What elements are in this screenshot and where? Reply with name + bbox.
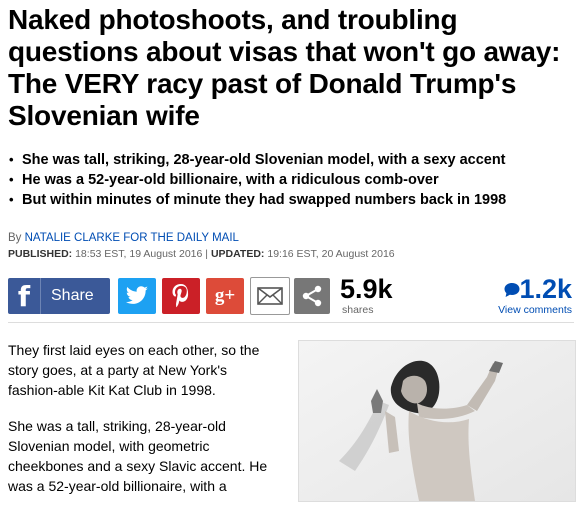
byline: By NATALIE CLARKE FOR THE DAILY MAIL bbox=[8, 232, 239, 244]
google-plus-share-button[interactable]: g+ bbox=[206, 278, 244, 314]
summary-bullet: He was a 52-year-old billionaire, with a… bbox=[8, 170, 574, 190]
facebook-icon: f bbox=[8, 278, 41, 314]
divider bbox=[8, 322, 574, 323]
published-date: 18:53 EST, 19 August 2016 bbox=[75, 248, 203, 260]
twitter-share-button[interactable] bbox=[118, 278, 156, 314]
share-count-label: shares bbox=[342, 304, 374, 316]
publish-dates: PUBLISHED: 18:53 EST, 19 August 2016 | U… bbox=[8, 248, 395, 260]
pinterest-share-button[interactable] bbox=[162, 278, 200, 314]
more-share-button[interactable] bbox=[294, 278, 330, 314]
author-link[interactable]: NATALIE CLARKE FOR THE DAILY MAIL bbox=[25, 232, 239, 244]
twitter-icon bbox=[125, 286, 148, 304]
article-headline: Naked photoshoots, and troubling questio… bbox=[8, 4, 561, 131]
comment-count-link[interactable]: 1.2k bbox=[503, 274, 572, 305]
pinterest-icon bbox=[172, 284, 189, 308]
facebook-share-label: Share bbox=[51, 287, 94, 304]
article-paragraph: They first laid eyes on each other, so t… bbox=[8, 342, 260, 398]
summary-bullet: She was tall, striking, 28-year-old Slov… bbox=[8, 150, 574, 170]
view-comments-link[interactable]: View comments bbox=[498, 304, 572, 316]
updated-label: UPDATED: bbox=[210, 248, 265, 260]
comment-count: 1.2k bbox=[519, 274, 572, 304]
article-paragraph: She was a tall, striking, 28-year-old Sl… bbox=[8, 418, 268, 494]
date-separator: | bbox=[205, 248, 209, 260]
google-plus-icon: g+ bbox=[214, 285, 236, 306]
updated-date: 19:16 EST, 20 August 2016 bbox=[267, 248, 395, 260]
facebook-share-button[interactable]: f Share bbox=[8, 278, 110, 314]
byline-prefix: By bbox=[8, 232, 22, 244]
share-icon bbox=[302, 285, 322, 307]
share-count: 5.9k bbox=[340, 274, 393, 304]
article-photo[interactable] bbox=[298, 340, 576, 502]
published-label: PUBLISHED: bbox=[8, 248, 73, 260]
email-share-button[interactable] bbox=[250, 277, 290, 315]
article-body: They first laid eyes on each other, so t… bbox=[8, 340, 276, 512]
summary-bullets: She was tall, striking, 28-year-old Slov… bbox=[8, 150, 574, 210]
summary-bullet: But within minutes of minute they had sw… bbox=[8, 190, 574, 210]
share-bar: f Share g+ 5.9k shares 1.2k View comment… bbox=[8, 274, 574, 316]
email-icon bbox=[257, 287, 283, 305]
model-photo-illustration bbox=[299, 341, 575, 501]
